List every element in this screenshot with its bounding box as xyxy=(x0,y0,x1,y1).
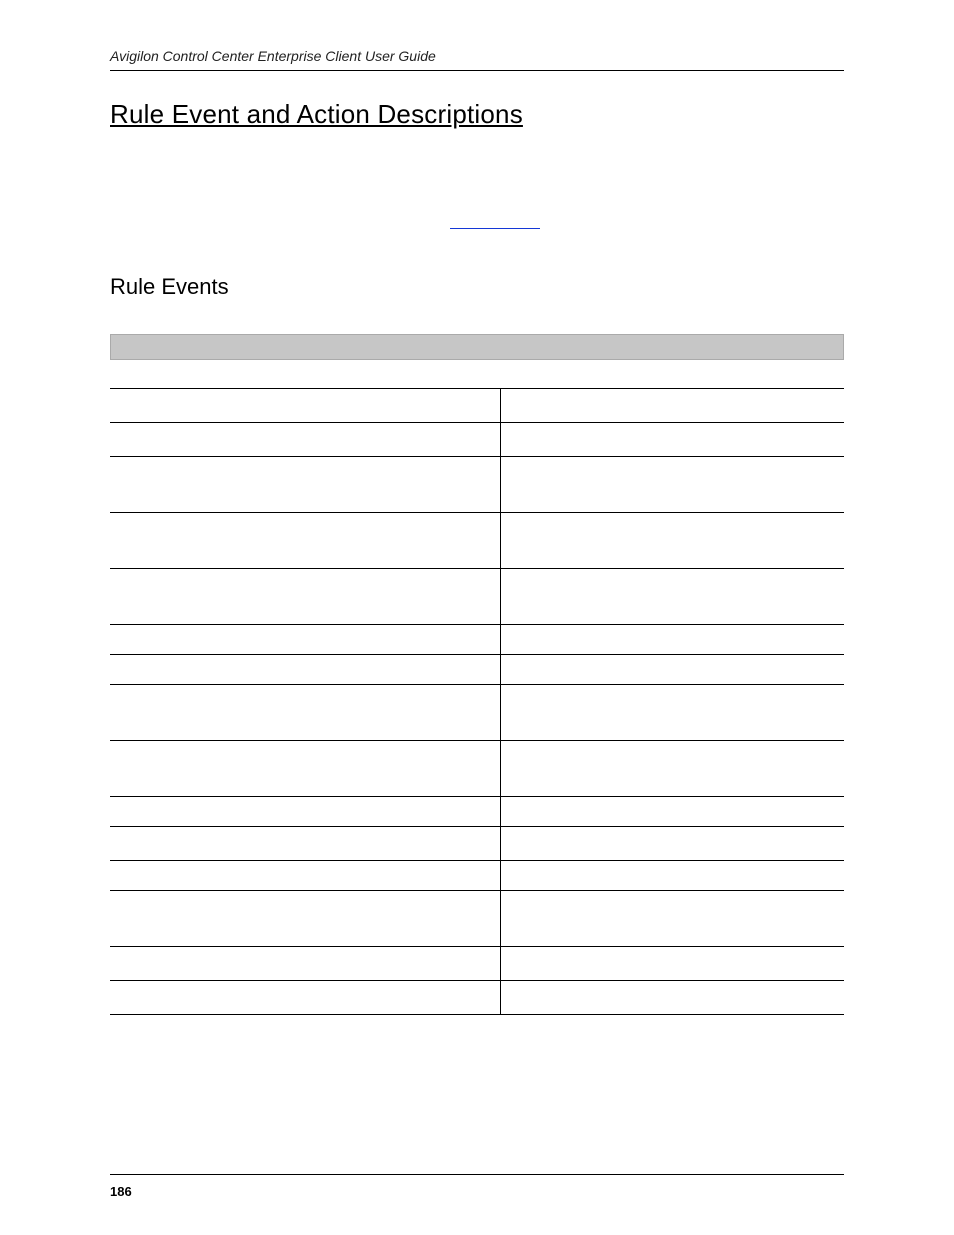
table-row xyxy=(110,513,844,569)
table-row xyxy=(110,569,844,625)
table-row xyxy=(110,685,844,741)
page: Avigilon Control Center Enterprise Clien… xyxy=(0,0,954,1235)
running-head: Avigilon Control Center Enterprise Clien… xyxy=(110,48,844,71)
table-row xyxy=(110,947,844,981)
footer-rule xyxy=(110,1174,844,1175)
events-table xyxy=(110,388,844,1015)
table-row xyxy=(110,861,844,891)
table-row xyxy=(110,423,844,457)
table-row xyxy=(110,981,844,1015)
crossref-link-underline xyxy=(450,228,540,229)
table-row xyxy=(110,797,844,827)
table-row xyxy=(110,827,844,861)
section-heading-rule-events: Rule Events xyxy=(110,274,844,300)
table-row xyxy=(110,741,844,797)
page-title: Rule Event and Action Descriptions xyxy=(110,99,844,130)
page-number: 186 xyxy=(110,1184,132,1199)
table-row xyxy=(110,655,844,685)
table-row xyxy=(110,625,844,655)
section-group-bar xyxy=(110,334,844,360)
table-row xyxy=(110,457,844,513)
table-row xyxy=(110,891,844,947)
crossref-placeholder xyxy=(110,220,844,238)
table-row xyxy=(110,389,844,423)
